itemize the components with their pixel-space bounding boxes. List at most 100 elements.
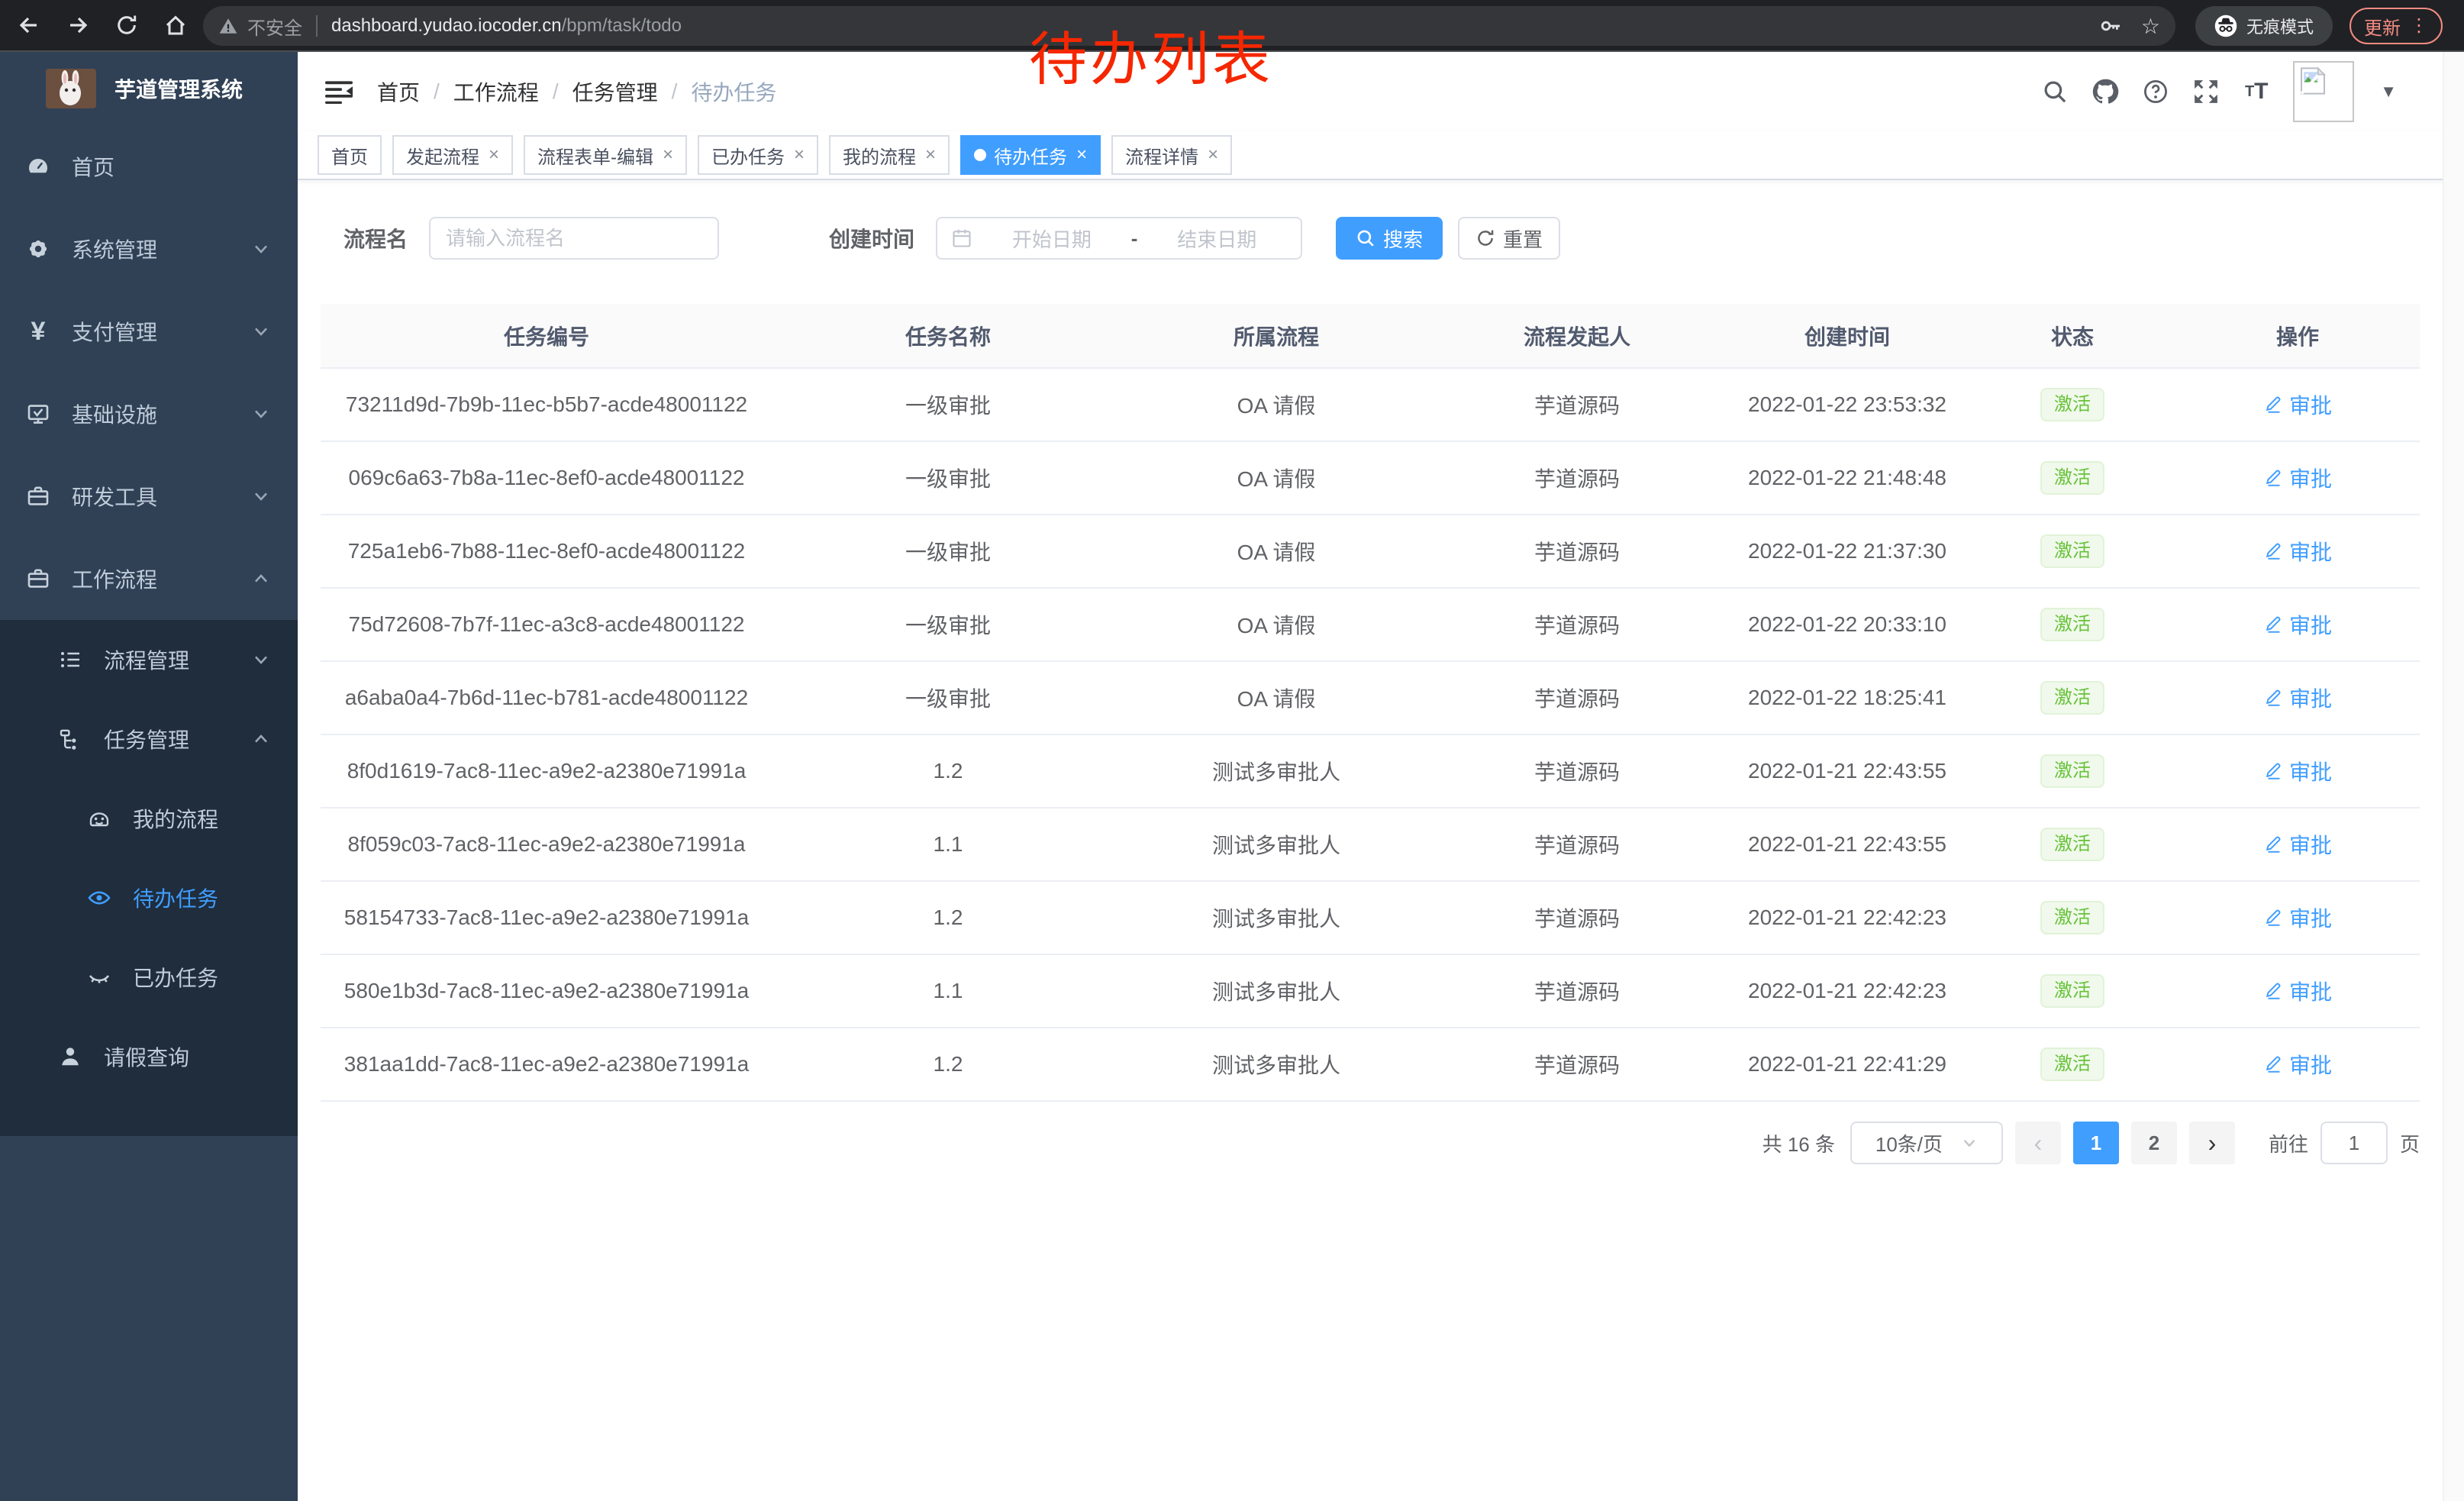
goto-label: 前往 — [2269, 1129, 2308, 1157]
sidebar-item-todo-tasks[interactable]: 待办任务 — [0, 858, 298, 938]
sidebar-item-task-management[interactable]: 任务管理 — [0, 699, 298, 779]
app-logo-row[interactable]: 芋道管理系统 — [0, 52, 298, 125]
sidebar-item-dev-tools[interactable]: 研发工具 — [0, 455, 298, 537]
tab-process-form-edit[interactable]: 流程表单-编辑× — [524, 135, 687, 175]
tabs-bar: 首页 发起流程× 流程表单-编辑× 已办任务× 我的流程× 待办任务× 流程详情… — [298, 131, 2464, 180]
sidebar-item-system[interactable]: 系统管理 — [0, 208, 298, 290]
help-icon[interactable] — [2142, 78, 2169, 105]
audit-button[interactable]: 审批 — [2263, 683, 2332, 713]
browser-forward-icon[interactable] — [58, 5, 98, 45]
scrollbar-gutter[interactable] — [2443, 52, 2464, 1501]
audit-button[interactable]: 审批 — [2263, 976, 2332, 1006]
breadcrumb-workflow[interactable]: 工作流程 — [453, 76, 539, 107]
audit-button[interactable]: 审批 — [2263, 829, 2332, 860]
tab-my-process[interactable]: 我的流程× — [829, 135, 950, 175]
next-page-button[interactable]: › — [2189, 1122, 2235, 1164]
sidebar-item-my-process[interactable]: 我的流程 — [0, 779, 298, 858]
goto-page-input[interactable] — [2320, 1122, 2388, 1164]
gear-icon — [26, 237, 50, 261]
sidebar-item-done-tasks[interactable]: 已办任务 — [0, 938, 298, 1017]
avatar[interactable] — [2293, 61, 2354, 122]
sidebar-item-leave-query[interactable]: 请假查询 — [0, 1017, 298, 1096]
sidebar-item-process-management[interactable]: 流程管理 — [0, 620, 298, 699]
browser-reload-icon[interactable] — [107, 5, 147, 45]
process-name-input[interactable] — [429, 217, 719, 260]
sidebar-item-label: 工作流程 — [72, 563, 157, 594]
range-separator: - — [1131, 227, 1138, 250]
end-date-placeholder[interactable]: 结束日期 — [1147, 224, 1287, 253]
browser-update-button[interactable]: 更新 ⋮ — [2350, 8, 2443, 44]
audit-button[interactable]: 审批 — [2263, 756, 2332, 786]
main-area: 首页 / 工作流程 / 任务管理 / 待办任务 TT ▼ 首页 发起流程× 流程… — [298, 52, 2464, 1501]
page-button-2[interactable]: 2 — [2131, 1122, 2177, 1164]
col-status: 状态 — [1969, 304, 2175, 368]
sidebar-item-home[interactable]: 首页 — [0, 125, 298, 208]
audit-button[interactable]: 审批 — [2263, 463, 2332, 493]
browser-chrome: 不安全 dashboard.yudao.iocoder.cn/bpm/task/… — [0, 0, 2464, 52]
security-warning-icon[interactable] — [218, 16, 238, 36]
sidebar-item-label: 请假查询 — [104, 1041, 189, 1072]
col-actions: 操作 — [2175, 304, 2420, 368]
reset-button[interactable]: 重置 — [1458, 217, 1560, 260]
tab-todo-tasks[interactable]: 待办任务× — [960, 135, 1101, 175]
audit-button[interactable]: 审批 — [2263, 1049, 2332, 1080]
password-key-icon[interactable] — [2098, 14, 2123, 38]
browser-home-icon[interactable] — [156, 5, 195, 45]
sidebar-item-workflow[interactable]: 工作流程 — [0, 537, 298, 620]
tab-start-process[interactable]: 发起流程× — [392, 135, 513, 175]
breadcrumb-home[interactable]: 首页 — [377, 76, 420, 107]
task-name-cell: 一级审批 — [772, 441, 1124, 515]
audit-button[interactable]: 审批 — [2263, 609, 2332, 640]
task-id-cell: 069c6a63-7b8a-11ec-8ef0-acde48001122 — [321, 441, 772, 515]
page-size-select[interactable]: 10条/页 — [1850, 1122, 2003, 1164]
sidebar-item-payment[interactable]: ¥ 支付管理 — [0, 290, 298, 373]
page-button-1[interactable]: 1 — [2073, 1122, 2119, 1164]
github-icon[interactable] — [2091, 78, 2119, 105]
col-task-name: 任务名称 — [772, 304, 1124, 368]
close-icon[interactable]: × — [1076, 144, 1087, 166]
browser-back-icon[interactable] — [9, 5, 49, 45]
table-row: 8f059c03-7ac8-11ec-a9e2-a2380e71991a 1.1… — [321, 808, 2420, 881]
update-label[interactable]: 更新 — [2364, 13, 2401, 40]
tab-home[interactable]: 首页 — [318, 135, 382, 175]
audit-button[interactable]: 审批 — [2263, 536, 2332, 567]
audit-button[interactable]: 审批 — [2263, 902, 2332, 933]
breadcrumb-task-management[interactable]: 任务管理 — [572, 76, 658, 107]
sidebar-item-label: 已办任务 — [133, 962, 218, 993]
fullscreen-icon[interactable] — [2192, 78, 2220, 105]
date-range-picker[interactable]: 开始日期 - 结束日期 — [936, 217, 1302, 260]
bookmark-star-icon[interactable]: ☆ — [2141, 14, 2160, 39]
breadcrumb: 首页 / 工作流程 / 任务管理 / 待办任务 — [377, 76, 776, 107]
list-icon — [58, 647, 82, 672]
close-icon[interactable]: × — [1208, 144, 1218, 166]
start-date-placeholder[interactable]: 开始日期 — [982, 224, 1122, 253]
starter-cell: 芋道源码 — [1429, 881, 1725, 954]
font-size-icon[interactable]: TT — [2243, 78, 2270, 105]
close-icon[interactable]: × — [794, 144, 805, 166]
tab-process-detail[interactable]: 流程详情× — [1111, 135, 1232, 175]
sidebar-item-infrastructure[interactable]: 基础设施 — [0, 373, 298, 455]
search-button[interactable]: 搜索 — [1336, 217, 1443, 260]
audit-button[interactable]: 审批 — [2263, 389, 2332, 420]
avatar-dropdown-caret-icon[interactable]: ▼ — [2380, 82, 2397, 102]
browser-menu-kebab-icon[interactable]: ⋮ — [2410, 17, 2428, 35]
close-icon[interactable]: × — [663, 144, 673, 166]
table-row: 381aa1dd-7ac8-11ec-a9e2-a2380e71991a 1.2… — [321, 1028, 2420, 1101]
page-content: 流程名 创建时间 开始日期 - 结束日期 搜索 重置 任务编号 — [298, 180, 2464, 1164]
prev-page-button[interactable]: ‹ — [2015, 1122, 2061, 1164]
address-bar[interactable]: 不安全 dashboard.yudao.iocoder.cn/bpm/task/… — [203, 6, 2175, 46]
close-icon[interactable]: × — [925, 144, 936, 166]
incognito-icon — [2214, 15, 2237, 37]
task-name-cell: 一级审批 — [772, 515, 1124, 588]
task-id-cell: 8f059c03-7ac8-11ec-a9e2-a2380e71991a — [321, 808, 772, 881]
tab-done-tasks[interactable]: 已办任务× — [698, 135, 818, 175]
starter-cell: 芋道源码 — [1429, 515, 1725, 588]
security-label[interactable]: 不安全 — [247, 13, 302, 40]
table-row: a6aba0a4-7b6d-11ec-b781-acde48001122 一级审… — [321, 661, 2420, 734]
chevron-down-icon — [252, 650, 270, 669]
app-title: 芋道管理系统 — [114, 73, 243, 104]
sidebar-collapse-icon[interactable] — [325, 79, 353, 104]
close-icon[interactable]: × — [489, 144, 499, 166]
top-navbar: 首页 / 工作流程 / 任务管理 / 待办任务 TT ▼ — [298, 52, 2464, 131]
search-icon[interactable] — [2041, 78, 2069, 105]
